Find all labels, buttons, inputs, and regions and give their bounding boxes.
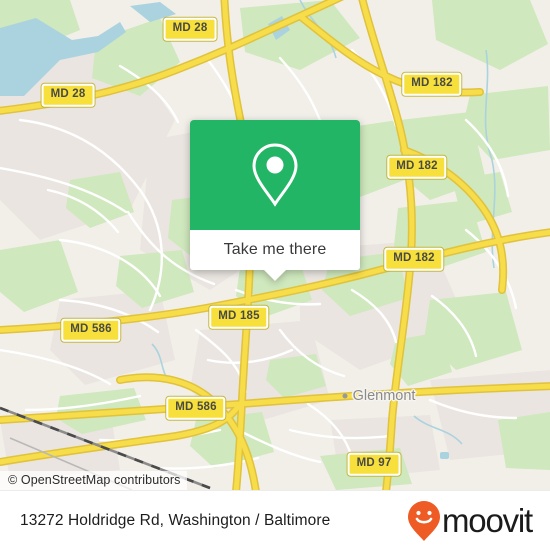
take-me-there-label: Take me there [223, 241, 327, 258]
moovit-map-screenshot: MD 28 MD 28 MD 182 MD 182 MD 182 MD 185 … [0, 0, 550, 550]
place-label-glenmont: Glenmont [352, 388, 416, 404]
footer-bar: 13272 Holdridge Rd, Washington / Baltimo… [0, 490, 550, 550]
moovit-smiling-pin-icon [408, 500, 440, 541]
map-canvas[interactable]: MD 28 MD 28 MD 182 MD 182 MD 182 MD 185 … [0, 0, 550, 490]
route-shield-md-586-west[interactable]: MD 586 [61, 318, 121, 342]
map-attribution[interactable]: © OpenStreetMap contributors [0, 471, 187, 490]
route-shield-md-182-north[interactable]: MD 182 [402, 72, 462, 96]
map-pin-icon [252, 143, 298, 207]
take-me-there-button[interactable]: Take me there [190, 230, 360, 281]
route-shield-md-28-north[interactable]: MD 28 [163, 17, 217, 41]
footer-address: 13272 Holdridge Rd, Washington / Baltimo… [20, 511, 331, 529]
location-popup[interactable]: Take me there [190, 120, 360, 281]
route-shield-md-182-mid[interactable]: MD 182 [387, 155, 447, 179]
route-shield-md-28-west[interactable]: MD 28 [41, 83, 95, 107]
moovit-wordmark: moovit [442, 502, 533, 539]
route-shield-md-97[interactable]: MD 97 [347, 452, 401, 476]
moovit-logo[interactable]: moovit [407, 500, 533, 542]
route-shield-md-185[interactable]: MD 185 [209, 305, 269, 329]
route-shield-md-182-south[interactable]: MD 182 [384, 247, 444, 271]
popup-tail [264, 270, 286, 281]
popup-header [190, 120, 360, 230]
place-dot-glenmont [342, 393, 348, 399]
route-shield-md-586-south[interactable]: MD 586 [166, 396, 226, 420]
